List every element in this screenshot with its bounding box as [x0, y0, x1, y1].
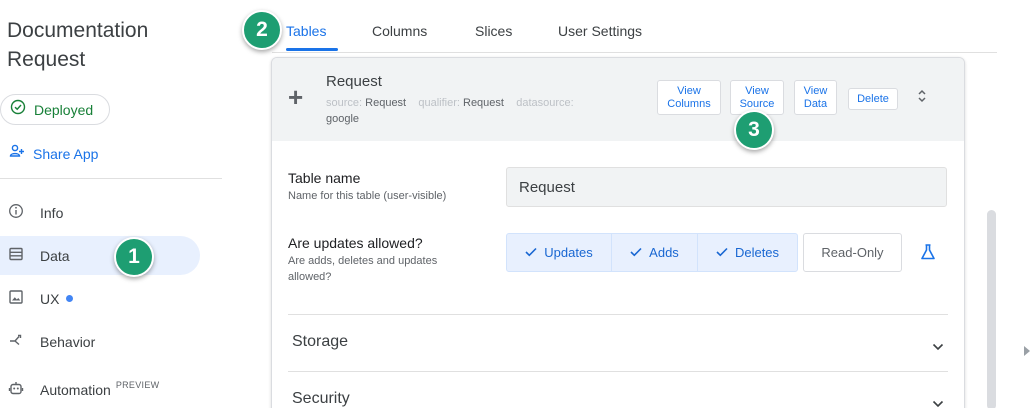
share-app-link[interactable]: Share App	[9, 143, 98, 164]
section-divider	[288, 371, 948, 372]
sidebar-item-data[interactable]: Data	[0, 236, 200, 275]
chevron-down-icon[interactable]	[932, 338, 944, 356]
table-meta: source: Request qualifier: Request datas…	[326, 95, 626, 127]
source-key: source:	[326, 97, 363, 109]
app-title-line2: Request	[7, 48, 86, 71]
callout-marker-2: 2	[242, 10, 282, 50]
storage-section-title[interactable]: Storage	[292, 333, 348, 351]
table-card-header: + Request source: Request qualifier: Req…	[272, 58, 964, 141]
unsaved-dot-indicator	[66, 295, 74, 302]
qualifier-key: qualifier:	[418, 97, 460, 109]
info-icon	[8, 203, 24, 222]
qualifier-value: Request	[463, 97, 504, 109]
tab-user-settings[interactable]: User Settings	[558, 23, 642, 39]
app-title-line1: Documentation	[7, 19, 149, 42]
datasource-value: google	[326, 113, 360, 125]
deletes-option[interactable]: Deletes	[697, 233, 798, 272]
app-title: Documentation Request	[7, 16, 148, 74]
image-icon	[8, 289, 24, 308]
section-divider	[288, 314, 948, 315]
sidebar-item-label: Data	[40, 247, 70, 264]
scrollbar-thumb[interactable]	[987, 210, 996, 408]
sidebar-item-behavior[interactable]: Behavior	[0, 322, 200, 361]
read-only-option[interactable]: Read-Only	[803, 233, 902, 272]
panel-expand-arrow-icon[interactable]	[1024, 346, 1030, 356]
sidebar-item-label: UX	[40, 290, 60, 307]
tab-slices[interactable]: Slices	[475, 23, 512, 39]
delete-button[interactable]: Delete	[848, 88, 898, 110]
sidebar-item-ux[interactable]: UX	[0, 279, 200, 318]
table-name-label: Table name	[288, 170, 361, 186]
table-name-help: Name for this table (user-visible)	[288, 190, 447, 202]
table-card: + Request source: Request qualifier: Req…	[271, 57, 965, 408]
datasource-key: datasource:	[516, 97, 574, 109]
check-icon	[525, 245, 537, 260]
table-name-input[interactable]	[506, 167, 947, 207]
share-app-label: Share App	[33, 145, 99, 162]
active-tab-indicator	[286, 48, 338, 51]
callout-marker-1: 1	[114, 237, 154, 277]
source-value: Request	[365, 97, 407, 109]
table-icon	[8, 246, 24, 265]
deployed-status-badge[interactable]: Deployed	[0, 94, 110, 125]
flow-icon	[8, 332, 24, 351]
flask-icon[interactable]	[919, 243, 937, 266]
check-icon	[630, 245, 642, 260]
expand-collapse-icon[interactable]	[916, 88, 928, 109]
sidebar-item-label: Behavior	[40, 333, 96, 350]
callout-marker-3: 3	[734, 110, 774, 150]
view-data-button[interactable]: View Data	[794, 80, 837, 115]
sidebar-divider	[0, 178, 222, 179]
robot-icon	[8, 380, 24, 399]
sidebar-item-label: Info	[40, 204, 64, 221]
updates-allowed-label: Are updates allowed?	[288, 235, 423, 251]
adds-option[interactable]: Adds	[611, 233, 698, 272]
sidebar-item-info[interactable]: Info	[0, 193, 200, 232]
sidebar-item-automation[interactable]: Automation PREVIEW	[0, 370, 200, 408]
table-name-heading: Request	[326, 73, 382, 90]
tab-tables[interactable]: Tables	[286, 23, 326, 39]
check-icon	[716, 245, 728, 260]
security-section-title[interactable]: Security	[292, 390, 350, 408]
view-columns-button[interactable]: View Columns	[657, 80, 721, 115]
sidebar-item-label: Automation	[40, 381, 111, 398]
plus-icon[interactable]: +	[288, 84, 303, 110]
tab-columns[interactable]: Columns	[372, 23, 427, 39]
preview-tag: PREVIEW	[115, 380, 160, 390]
share-person-icon	[9, 143, 25, 164]
chevron-down-icon[interactable]	[932, 395, 944, 408]
check-circle-icon	[10, 99, 26, 120]
updates-allowed-help: Are adds, deletes and updates allowed?	[288, 255, 438, 283]
updates-option[interactable]: Updates	[506, 233, 612, 272]
deployed-label: Deployed	[34, 101, 94, 118]
